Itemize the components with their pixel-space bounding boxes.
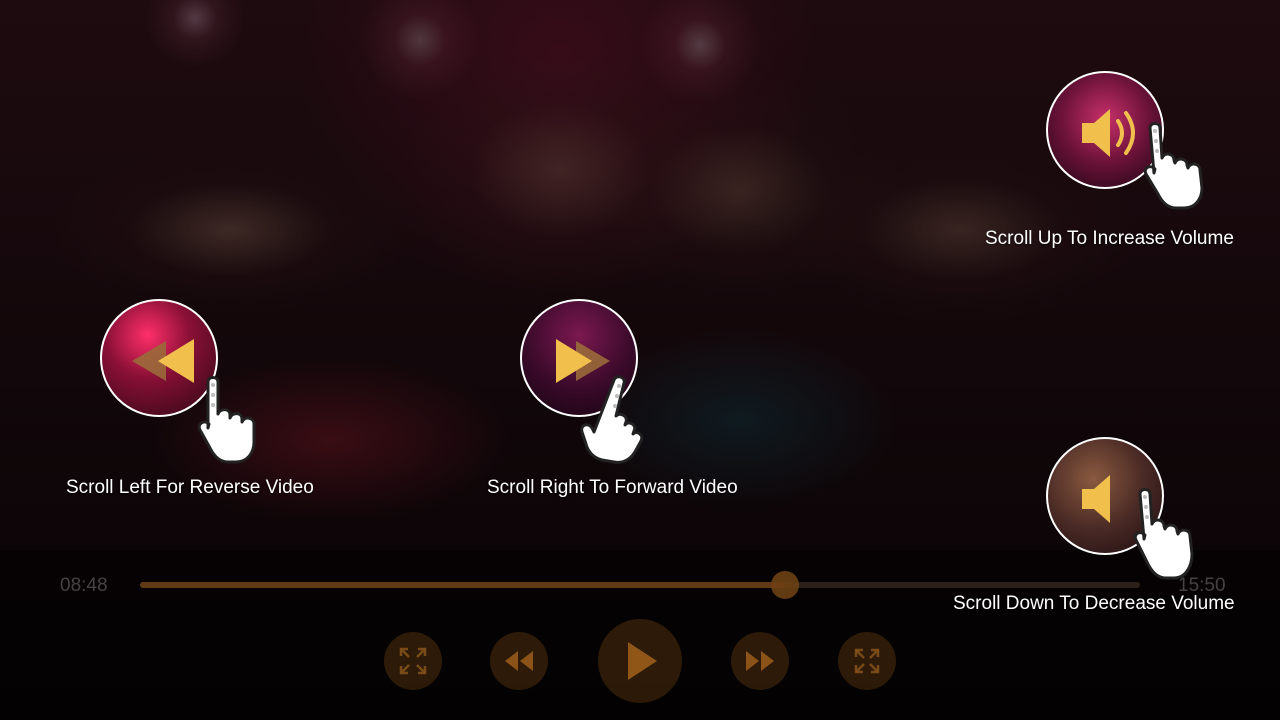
- seek-bar-thumb[interactable]: [771, 571, 799, 599]
- fullscreen-icon: [399, 647, 427, 675]
- volume-down-hint-label: Scroll Down To Decrease Volume: [953, 593, 1235, 614]
- rewind-button[interactable]: [490, 632, 548, 690]
- expand-icon: [854, 648, 880, 674]
- hand-pointer-icon: [197, 376, 256, 464]
- forward-hint-label: Scroll Right To Forward Video: [487, 477, 738, 498]
- rewind-icon: [505, 651, 533, 671]
- forward-button[interactable]: [731, 632, 789, 690]
- hand-pointer-icon: [1143, 122, 1204, 210]
- seek-bar-progress: [140, 582, 785, 588]
- play-icon: [628, 642, 657, 680]
- seek-bar[interactable]: [140, 571, 1140, 599]
- expand-button[interactable]: [838, 632, 896, 690]
- forward-icon: [746, 651, 774, 671]
- volume-up-hint-label: Scroll Up To Increase Volume: [985, 228, 1234, 249]
- fullscreen-button[interactable]: [384, 632, 442, 690]
- hand-pointer-icon: [1133, 488, 1194, 580]
- hand-pointer-icon: [580, 375, 644, 464]
- play-button[interactable]: [598, 619, 682, 703]
- reverse-hint-label: Scroll Left For Reverse Video: [66, 477, 314, 498]
- current-time: 08:48: [60, 575, 108, 596]
